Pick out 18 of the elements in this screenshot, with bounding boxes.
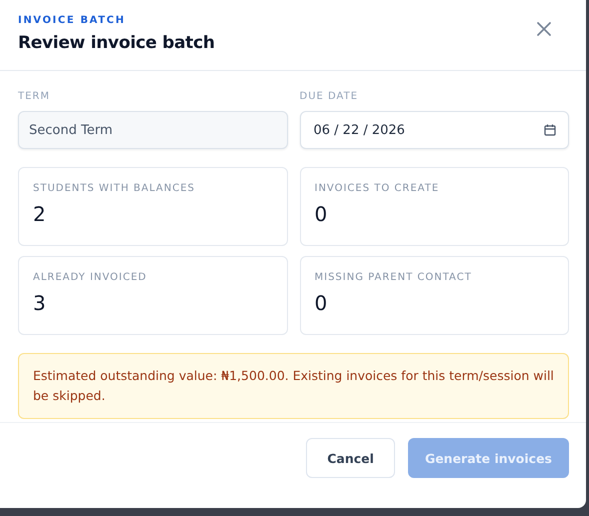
cancel-button[interactable]: Cancel xyxy=(306,438,395,478)
close-icon xyxy=(536,21,552,37)
stat-label: STUDENTS WITH BALANCES xyxy=(33,183,196,194)
stat-value: 0 xyxy=(314,291,328,315)
dialog-title: Review invoice batch xyxy=(18,33,215,53)
date-field[interactable]: 06 / 22 / 2026 xyxy=(300,111,569,149)
field-label: TERM xyxy=(18,91,52,102)
dialog-eyebrow: INVOICE BATCH xyxy=(18,15,126,26)
close-button[interactable] xyxy=(536,21,552,37)
stat-value: 0 xyxy=(314,202,328,226)
field-label: DUE DATE xyxy=(300,91,360,102)
calendar-icon xyxy=(544,124,556,136)
stat-label: MISSING PARENT CONTACT xyxy=(314,272,473,283)
warning-notice: Estimated outstanding value: ₦1,500.00. Existing invoices for this term/session will be skipped. xyxy=(18,353,569,419)
stat-value: 2 xyxy=(33,202,47,226)
stat-value: 3 xyxy=(33,291,47,315)
stat-label: ALREADY INVOICED xyxy=(33,272,148,283)
stat-label: INVOICES TO CREATE xyxy=(314,183,440,194)
